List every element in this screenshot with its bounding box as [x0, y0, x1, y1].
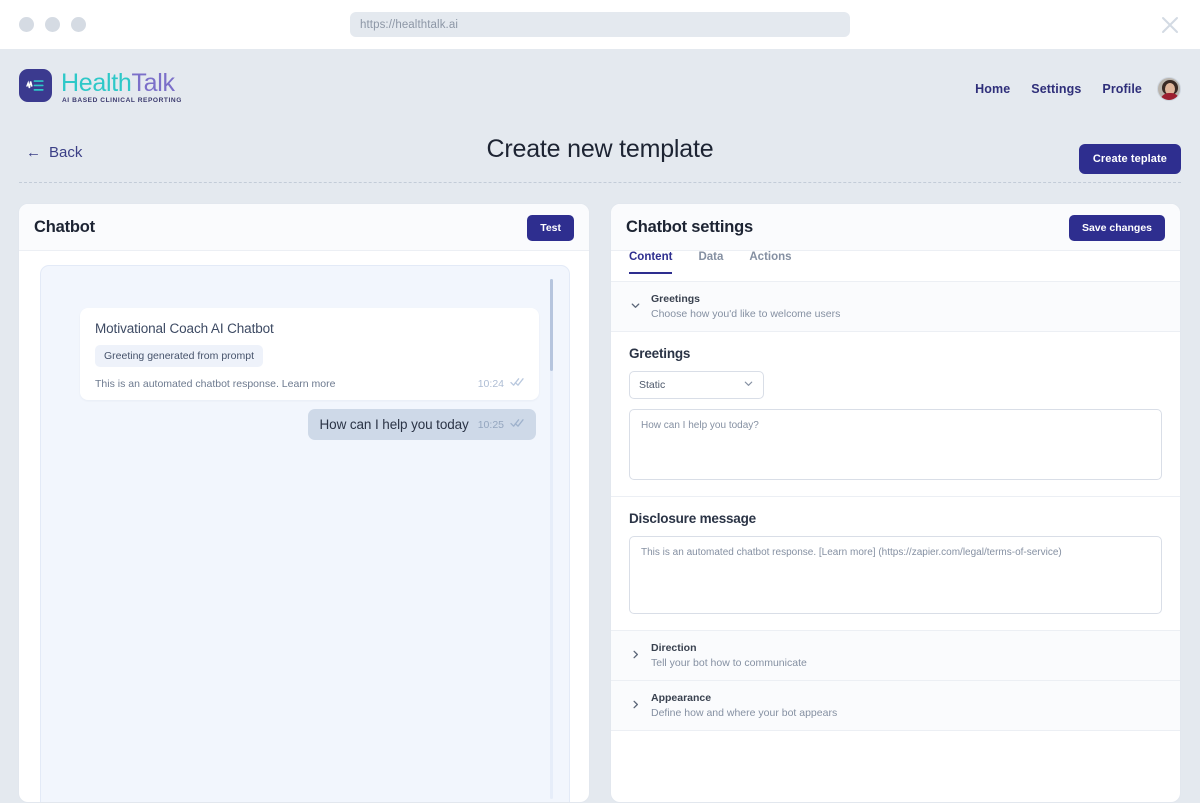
window-controls — [19, 17, 86, 32]
page-title: Create new template — [0, 135, 1200, 164]
bot-message-text: This is an automated chatbot response. L… — [95, 378, 478, 390]
section-greetings-header[interactable]: Greetings Choose how you'd like to welco… — [611, 282, 1180, 332]
app-header: HealthTalk AI BASED CLINICAL REPORTING H… — [0, 49, 1200, 130]
bot-message-title: Motivational Coach AI Chatbot — [95, 321, 524, 336]
section-greetings-subtitle: Choose how you'd like to welcome users — [651, 308, 1162, 320]
waveform-logo-icon — [19, 69, 52, 102]
settings-tabs: Content Data Actions — [611, 251, 1180, 282]
chatbot-settings-panel: Chatbot settings Save changes Content Da… — [610, 203, 1181, 803]
tab-content[interactable]: Content — [629, 251, 672, 273]
chatbot-panel-header: Chatbot Test — [19, 204, 589, 251]
section-appearance-header[interactable]: Appearance Define how and where your bot… — [611, 681, 1180, 731]
url-text: https://healthtalk.ai — [360, 19, 458, 31]
section-greetings-title: Greetings — [651, 293, 1162, 305]
main-nav: Home Settings Profile — [975, 77, 1181, 101]
avatar-body — [1160, 93, 1180, 101]
greetings-type-select[interactable]: Static — [629, 371, 764, 399]
section-direction-title: Direction — [651, 642, 1162, 654]
bot-message-time: 10:24 — [478, 378, 504, 390]
section-appearance-subtitle: Define how and where your bot appears — [651, 707, 1162, 719]
close-icon[interactable] — [1158, 13, 1182, 37]
greeting-source-chip: Greeting generated from prompt — [95, 345, 263, 367]
nav-item-profile[interactable]: Profile — [1102, 82, 1142, 96]
nav-item-settings[interactable]: Settings — [1031, 82, 1081, 96]
brand-logo[interactable]: HealthTalk AI BASED CLINICAL REPORTING — [19, 69, 182, 104]
page-title-row: ← Back Create new template — [0, 130, 1200, 182]
disclosure-field-block: Disclosure message This is an automated … — [611, 497, 1180, 631]
section-direction-subtitle: Tell your bot how to communicate — [651, 657, 1162, 669]
test-button[interactable]: Test — [527, 215, 574, 241]
tab-actions[interactable]: Actions — [749, 251, 791, 273]
bot-message-meta: 10:24 — [478, 377, 524, 390]
brand-tagline: AI BASED CLINICAL REPORTING — [62, 97, 182, 104]
create-template-button[interactable]: Create teplate — [1079, 144, 1181, 174]
settings-panel-header: Chatbot settings Save changes — [611, 204, 1180, 251]
chevron-down-icon — [630, 298, 641, 316]
chevron-right-icon — [630, 697, 641, 715]
window-minimize-dot[interactable] — [45, 17, 60, 32]
greetings-field-block: Greetings Static How can I help you toda… — [611, 332, 1180, 497]
chatbot-preview-panel: Chatbot Test Motivational Coach AI Chatb… — [18, 203, 590, 803]
chevron-right-icon — [630, 647, 641, 665]
bot-message-body-row: This is an automated chatbot response. L… — [95, 377, 524, 390]
tab-data[interactable]: Data — [698, 251, 723, 273]
brand-title-health: Health — [61, 69, 131, 97]
window-close-dot[interactable] — [19, 17, 34, 32]
double-check-icon — [510, 418, 524, 431]
greetings-type-value: Static — [639, 379, 665, 391]
user-message-time: 10:25 — [478, 419, 504, 431]
chatbot-panel-title: Chatbot — [34, 218, 95, 237]
bot-message-bubble: Motivational Coach AI Chatbot Greeting g… — [80, 308, 539, 400]
avatar[interactable] — [1157, 77, 1181, 101]
chat-conversation-area: Motivational Coach AI Chatbot Greeting g… — [40, 265, 570, 803]
settings-panel-title: Chatbot settings — [626, 218, 753, 237]
browser-chrome-bar: https://healthtalk.ai — [0, 0, 1200, 49]
nav-item-home[interactable]: Home — [975, 82, 1010, 96]
user-message-bubble: How can I help you today 10:25 — [308, 409, 536, 440]
disclosure-textarea[interactable]: This is an automated chatbot response. [… — [629, 536, 1162, 614]
brand-title: HealthTalk — [61, 70, 182, 96]
greetings-textarea[interactable]: How can I help you today? — [629, 409, 1162, 480]
brand-title-talk: Talk — [131, 69, 174, 97]
user-message-meta: 10:25 — [478, 418, 524, 431]
user-message-text: How can I help you today — [320, 417, 469, 432]
save-changes-button[interactable]: Save changes — [1069, 215, 1165, 241]
greetings-field-label: Greetings — [629, 346, 1162, 361]
double-check-icon — [510, 377, 524, 390]
disclosure-field-label: Disclosure message — [629, 511, 1162, 526]
window-maximize-dot[interactable] — [71, 17, 86, 32]
chat-scrollbar-thumb[interactable] — [550, 279, 553, 371]
header-divider — [19, 182, 1181, 183]
section-direction-header[interactable]: Direction Tell your bot how to communica… — [611, 631, 1180, 681]
brand-wordmark: HealthTalk AI BASED CLINICAL REPORTING — [61, 69, 182, 104]
section-appearance-title: Appearance — [651, 692, 1162, 704]
chevron-down-icon — [743, 378, 754, 392]
url-bar[interactable]: https://healthtalk.ai — [350, 12, 850, 37]
